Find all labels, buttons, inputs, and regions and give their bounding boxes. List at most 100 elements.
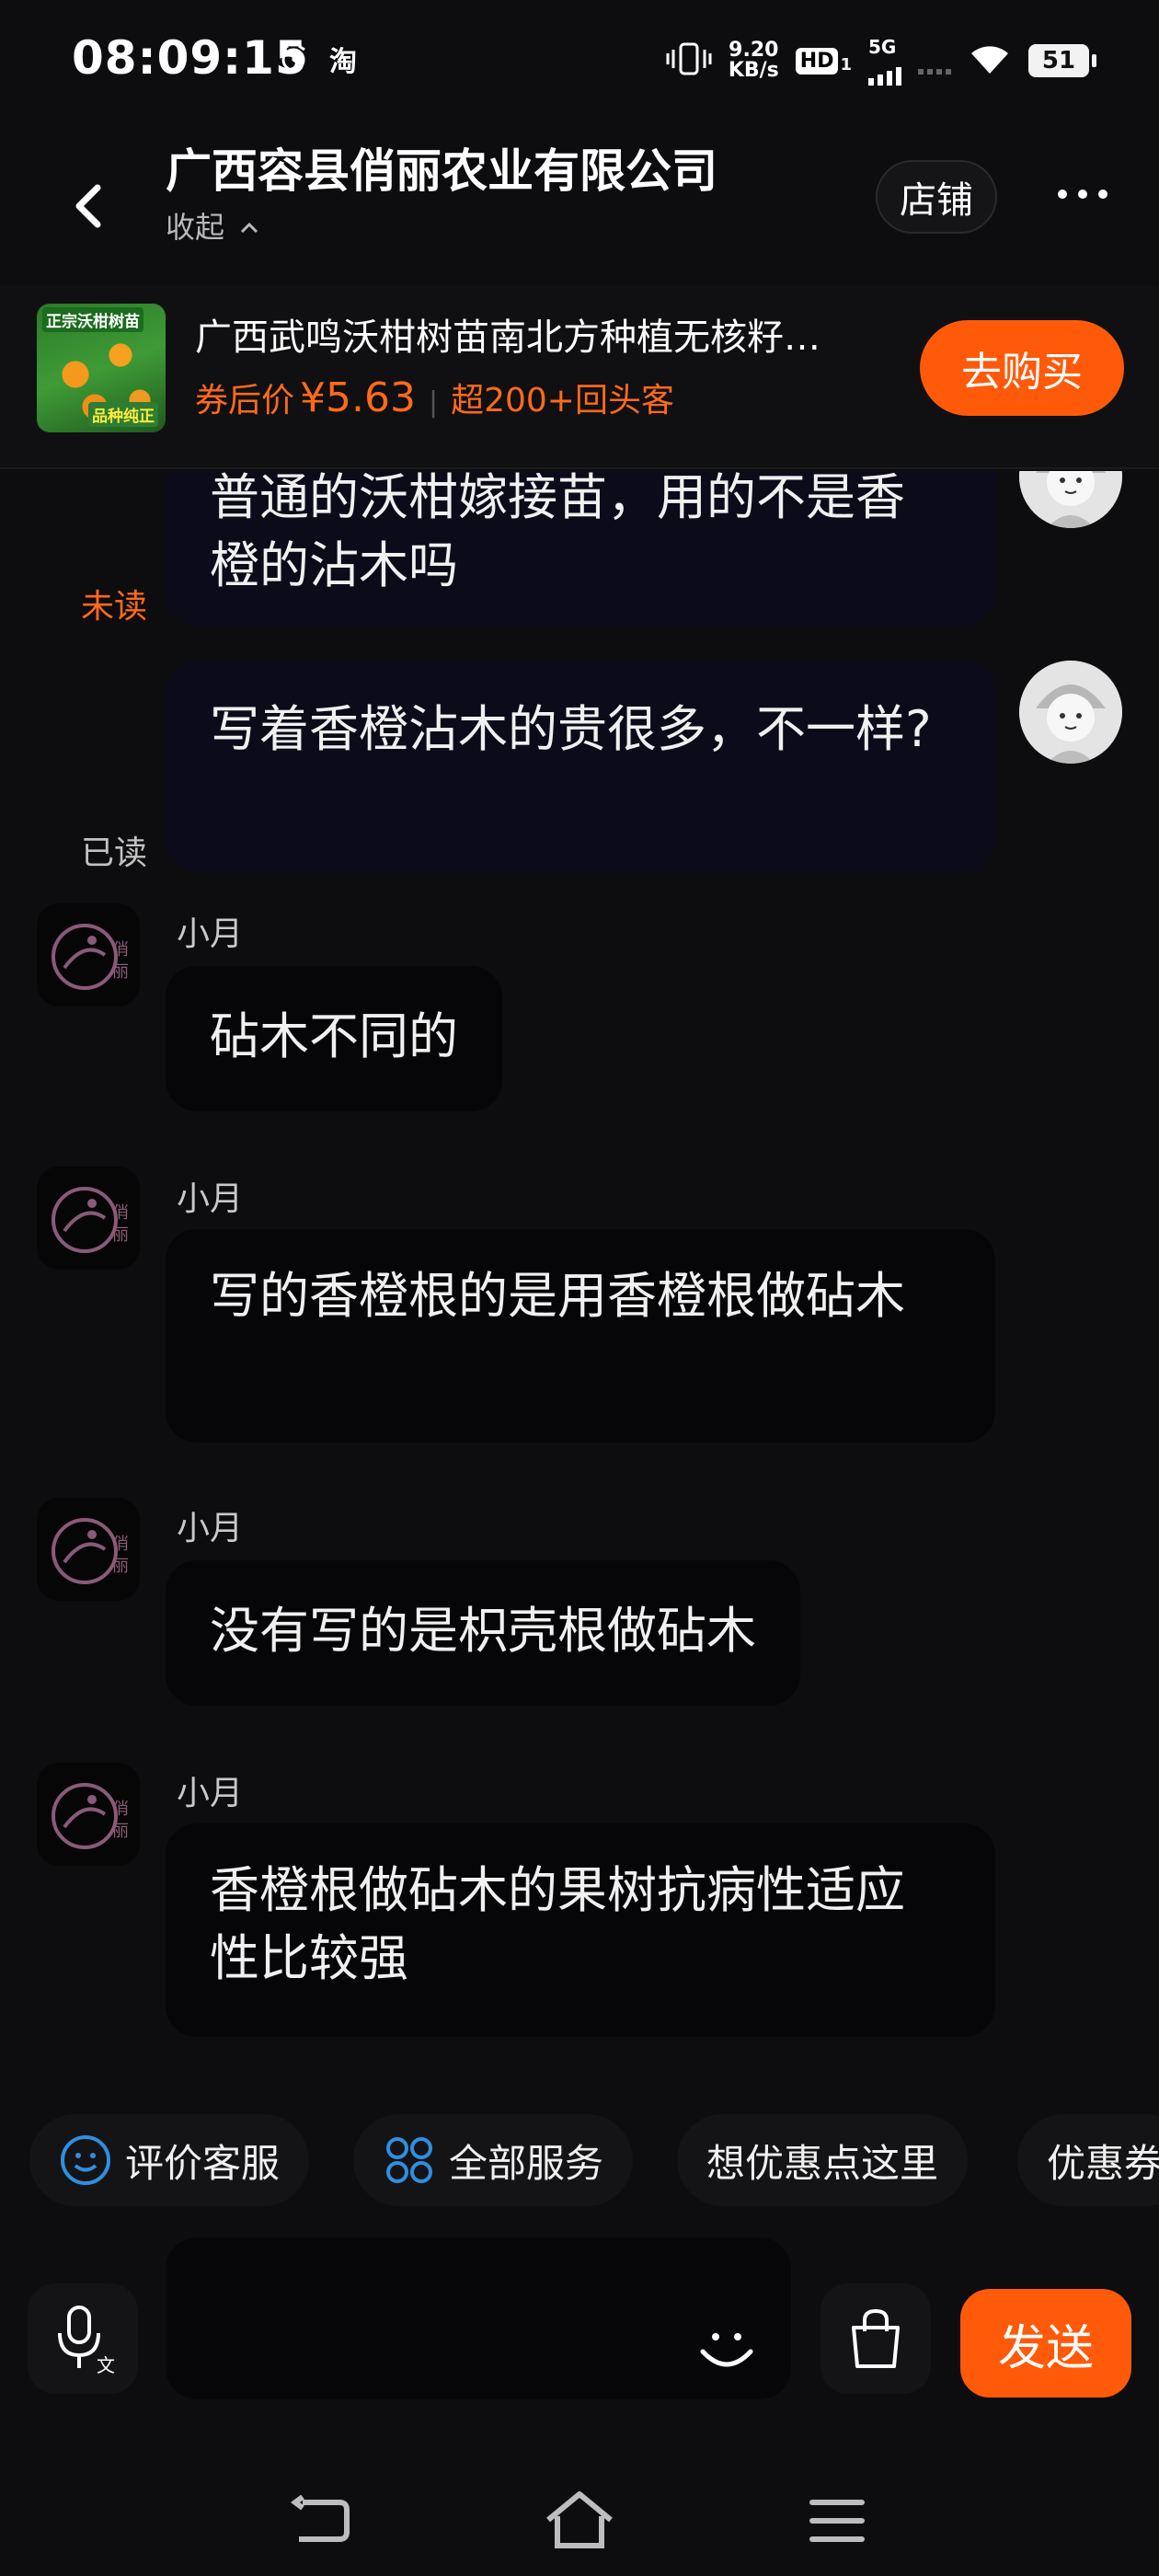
microphone-icon: 文 xyxy=(58,2306,115,2375)
cartoon-face-icon xyxy=(1019,471,1122,528)
shop-logo-icon: 俏丽 xyxy=(52,924,129,990)
signal-5g: 5G xyxy=(868,36,901,86)
chat-screen: 08:09:15 淘 9.20 KB/s HD 1 5G 51 广西容县俏丽农业… xyxy=(0,0,1159,2576)
product-image-tag-bottom: 品种纯正 xyxy=(88,402,158,427)
hd-badge: HD xyxy=(795,47,839,75)
alarm-icon xyxy=(278,44,309,72)
svg-text:俏: 俏 xyxy=(112,1535,129,1554)
chat-header: 广西容县俏丽农业有限公司 收起 店铺 xyxy=(0,120,1159,285)
message-bubble-agent[interactable]: 砧木不同的 xyxy=(166,966,502,1111)
chip-label: 想优惠点这里 xyxy=(706,2140,939,2186)
message-status-read: 已读 xyxy=(81,834,148,872)
buy-button[interactable]: 去购买 xyxy=(920,320,1124,416)
product-price: ¥5.63 xyxy=(300,374,416,421)
nav-home-button[interactable] xyxy=(543,2484,616,2558)
status-bar: 08:09:15 淘 9.20 KB/s HD 1 5G 51 xyxy=(0,0,1159,120)
svg-text:俏: 俏 xyxy=(112,1800,129,1819)
more-options-icon[interactable] xyxy=(1058,190,1107,199)
message-bubble-agent[interactable]: 香橙根做砧木的果树抗病性适应性比较强 xyxy=(166,1823,995,2037)
all-services-chip[interactable]: 全部服务 xyxy=(353,2114,634,2206)
message-text: 普通的沃柑嫁接苗，用的不是香橙的沾木吗 xyxy=(210,471,905,594)
message-text: 写着香橙沾木的贵很多，不一样? xyxy=(210,700,932,758)
shop-name[interactable]: 广西容县俏丽农业有限公司 xyxy=(166,134,717,201)
quick-actions-bar[interactable]: 评价客服 全部服务 想优惠点这里 优惠券 xyxy=(0,2114,1159,2206)
message-text: 没有写的是枳壳根做砧木 xyxy=(210,1602,756,1660)
back-button[interactable] xyxy=(61,167,116,241)
menu-icon xyxy=(809,2500,865,2542)
message-text: 砧木不同的 xyxy=(210,1007,458,1065)
shop-logo-icon: 俏丽 xyxy=(52,1518,129,1584)
send-button[interactable]: 发送 xyxy=(960,2289,1131,2398)
chip-label: 全部服务 xyxy=(449,2140,604,2186)
hd-indicator: HD 1 xyxy=(795,47,852,75)
battery-icon: 51 xyxy=(1028,44,1096,77)
home-icon xyxy=(546,2491,613,2548)
vibrate-icon xyxy=(666,40,712,81)
cartoon-face-icon xyxy=(1019,661,1122,764)
agent-avatar[interactable]: 俏丽 xyxy=(37,1498,140,1601)
wifi-icon xyxy=(968,40,1012,81)
network-type: 5G xyxy=(868,36,897,58)
network-speed-unit: KB/s xyxy=(728,59,779,82)
price-label: 券后价 xyxy=(195,382,295,420)
network-speed: 9.20 KB/s xyxy=(729,40,779,81)
product-thumbnail[interactable]: 正宗沃柑树苗 品种纯正 xyxy=(37,304,166,432)
shopping-bag-button[interactable] xyxy=(820,2283,931,2394)
emoji-button[interactable] xyxy=(692,2311,762,2381)
coupon-chip[interactable]: 优惠券 xyxy=(1017,2114,1159,2206)
smile-icon xyxy=(59,2133,112,2187)
chip-label: 评价客服 xyxy=(125,2140,281,2186)
message-text: 写的香橙根的是用香橙根做砧木 xyxy=(210,1267,905,1325)
message-status-unread: 未读 xyxy=(81,588,148,626)
nav-menu-button[interactable] xyxy=(800,2484,874,2558)
user-avatar[interactable] xyxy=(1019,471,1122,528)
agent-avatar[interactable]: 俏丽 xyxy=(37,1167,140,1270)
emoji-face-icon xyxy=(700,2333,753,2367)
product-image-tag-top: 正宗沃柑树苗 xyxy=(42,307,143,332)
sender-name: 小月 xyxy=(177,1180,244,1218)
svg-text:俏: 俏 xyxy=(112,1203,129,1223)
signal-bars-secondary-icon xyxy=(918,47,951,75)
repeat-customers: 超200+回头客 xyxy=(451,382,674,420)
product-title[interactable]: 广西武鸣沃柑树苗南北方种植无核籽… xyxy=(195,307,894,361)
chevron-left-icon xyxy=(75,184,101,228)
svg-text:俏: 俏 xyxy=(112,940,129,960)
svg-text:文: 文 xyxy=(97,2354,115,2375)
message-bubble-agent[interactable]: 没有写的是枳壳根做砧木 xyxy=(166,1560,800,1706)
signal-bars-icon xyxy=(868,58,901,86)
message-bubble-agent[interactable]: 写的香橙根的是用香橙根做砧木 xyxy=(166,1229,995,1443)
nav-back-button[interactable] xyxy=(285,2484,359,2558)
message-bubble-user[interactable]: 写着香橙沾木的贵很多，不一样? xyxy=(166,661,995,872)
store-button[interactable]: 店铺 xyxy=(876,160,997,234)
svg-text:丽: 丽 xyxy=(112,962,129,982)
agent-avatar[interactable]: 俏丽 xyxy=(37,903,140,1006)
svg-text:丽: 丽 xyxy=(112,1225,129,1245)
sender-name: 小月 xyxy=(177,1775,244,1812)
product-card[interactable]: 正宗沃柑树苗 品种纯正 广西武鸣沃柑树苗南北方种植无核籽… 券后价 ¥5.63 … xyxy=(0,285,1159,469)
collapse-label: 收起 xyxy=(166,210,225,245)
grid-apps-icon xyxy=(383,2133,436,2187)
collapse-toggle[interactable]: 收起 xyxy=(166,204,261,247)
taobao-notification-icon: 淘 xyxy=(329,46,357,78)
chevron-up-icon xyxy=(241,222,258,234)
user-avatar[interactable] xyxy=(1019,661,1122,764)
system-nav-bar xyxy=(0,2447,1159,2576)
sender-name: 小月 xyxy=(177,915,244,953)
voice-input-button[interactable]: 文 xyxy=(28,2283,138,2394)
product-price-row: 券后价 ¥5.63 | 超200+回头客 xyxy=(195,374,674,421)
message-text: 香橙根做砧木的果树抗病性适应性比较强 xyxy=(210,1861,905,1987)
rate-service-chip[interactable]: 评价客服 xyxy=(29,2114,310,2206)
return-icon xyxy=(291,2494,350,2542)
svg-text:丽: 丽 xyxy=(112,1557,129,1576)
input-bar: 文 发送 xyxy=(0,2237,1159,2403)
clock: 08:09:15 xyxy=(72,31,308,85)
discount-chip[interactable]: 想优惠点这里 xyxy=(677,2114,969,2206)
svg-text:丽: 丽 xyxy=(112,1822,129,1841)
status-icons: 9.20 KB/s HD 1 5G 51 xyxy=(666,33,1096,88)
message-list[interactable]: 普通的沃柑嫁接苗，用的不是香橙的沾木吗 未读 写着香橙沾木的贵很多，不一样? 已… xyxy=(0,471,1159,2072)
shop-logo-icon: 俏丽 xyxy=(52,1187,129,1253)
divider: | xyxy=(428,386,439,419)
message-bubble-user[interactable]: 普通的沃柑嫁接苗，用的不是香橙的沾木吗 xyxy=(166,471,995,626)
shop-logo-icon: 俏丽 xyxy=(52,1783,129,1849)
agent-avatar[interactable]: 俏丽 xyxy=(37,1763,140,1866)
